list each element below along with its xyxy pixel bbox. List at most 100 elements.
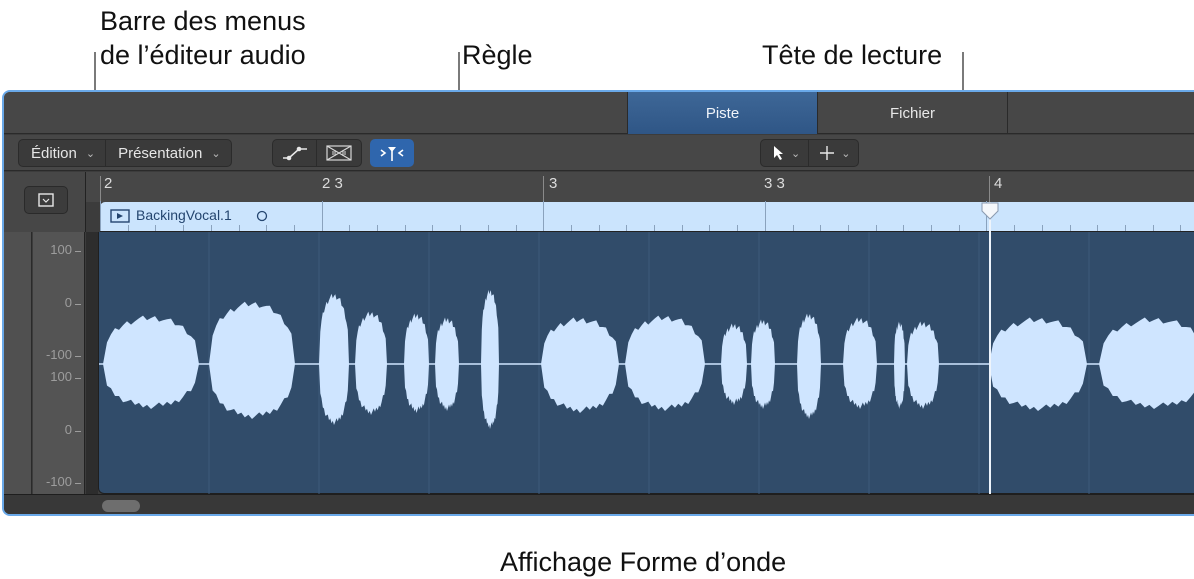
horizontal-scrollbar[interactable] <box>4 494 1194 514</box>
region-tick <box>820 225 822 231</box>
region-tick <box>515 225 517 231</box>
crosshair-tool-icon <box>820 146 835 160</box>
scale-label: -100 <box>45 474 72 489</box>
region-tick <box>266 225 268 231</box>
amplitude-scale: 100 0 -100 100 0 -100 <box>33 232 85 494</box>
audio-region-header[interactable]: BackingVocal.1 <box>100 201 1194 232</box>
waveform-segment <box>1099 317 1194 409</box>
region-tick <box>127 225 129 231</box>
ruler-mark: 3 <box>549 175 558 192</box>
waveform-segment <box>435 317 459 411</box>
tab-empty <box>1007 92 1194 134</box>
region-tick <box>460 225 462 231</box>
scale-dash <box>75 431 81 432</box>
region-tick <box>1041 225 1043 231</box>
view-menu-button[interactable]: Présentation ⌄ <box>106 140 230 166</box>
waveform-segment <box>404 313 429 413</box>
callout-menu-bar-line1: Barre des menus <box>100 6 306 36</box>
ruler-mark: 3 3 <box>764 175 785 192</box>
region-tick <box>654 225 655 231</box>
catch-playhead-button[interactable] <box>370 139 414 167</box>
waveform-segment <box>625 315 705 411</box>
waveform-segment <box>541 317 619 413</box>
tab-track[interactable]: Piste <box>627 92 817 134</box>
gutter <box>86 232 98 494</box>
mode-buttons <box>272 139 362 167</box>
play-region-icon <box>110 209 130 223</box>
region-tick <box>792 225 794 231</box>
right-tool-menu[interactable]: ⌄ <box>809 140 858 166</box>
catch-playhead-icon <box>380 147 404 161</box>
playhead-handle[interactable] <box>981 202 999 220</box>
region-tick <box>183 225 185 231</box>
callout-menu-bar-line2: de l’éditeur audio <box>100 40 306 70</box>
scale-dash <box>75 304 81 305</box>
region-tick <box>931 225 932 231</box>
waveform-display[interactable] <box>98 232 1194 494</box>
flex-waveform-icon <box>326 145 352 161</box>
waveform-segment <box>209 301 295 419</box>
region-tick <box>875 225 877 231</box>
loop-circle-icon <box>256 210 268 222</box>
left-strip <box>4 232 32 514</box>
callout-playhead: Tête de lecture <box>762 40 943 70</box>
scale-dash <box>75 356 81 357</box>
waveform-segment <box>989 317 1087 411</box>
region-tick <box>321 201 323 231</box>
region-tick <box>155 225 157 231</box>
region-tick <box>404 225 406 231</box>
ruler-tick <box>543 176 544 202</box>
ruler-mark: 2 <box>104 175 113 192</box>
scale-label: -100 <box>45 347 72 362</box>
region-tick <box>293 225 295 231</box>
region-tick <box>958 225 960 231</box>
waveform-segment <box>481 289 499 429</box>
region-tick <box>737 225 739 231</box>
edit-menu-button[interactable]: Édition ⌄ <box>19 140 107 166</box>
region-tick <box>377 225 378 231</box>
scale-label: 100 <box>50 369 72 384</box>
scale-label: 0 <box>64 295 72 310</box>
edit-menu-label: Édition <box>31 144 77 162</box>
menu-bar: Édition ⌄ Présentation ⌄ <box>18 139 232 167</box>
region-tick <box>1180 225 1182 231</box>
chevron-down-icon: ⌄ <box>791 147 801 160</box>
ruler-mark: 2 3 <box>322 175 343 192</box>
waveform-segment <box>319 293 349 425</box>
region-tick <box>1097 225 1099 231</box>
region-tick <box>570 225 572 231</box>
region-tick <box>210 225 212 231</box>
chevron-down-icon: ⌄ <box>211 147 221 160</box>
automation-button[interactable] <box>273 140 317 166</box>
tab-file[interactable]: Fichier <box>817 92 1007 134</box>
left-tool-menu[interactable]: ⌄ <box>761 140 810 166</box>
region-tick <box>543 201 545 231</box>
region-tick <box>598 225 600 231</box>
region-tick <box>847 225 849 231</box>
editor-toolbar: Édition ⌄ Présentation ⌄ ⌄ ⌄ <box>4 135 1194 171</box>
region-tick <box>100 201 101 231</box>
region-tick <box>764 201 766 231</box>
view-menu-label: Présentation <box>118 144 203 162</box>
region-tick <box>487 225 489 231</box>
playhead[interactable] <box>989 202 991 494</box>
scale-dash <box>75 378 81 379</box>
region-tick <box>626 225 628 231</box>
waveform-segment <box>103 315 199 409</box>
ruler-tick <box>100 176 101 202</box>
waveform-segment <box>797 313 821 419</box>
flex-button[interactable] <box>317 140 361 166</box>
chevron-down-icon: ⌄ <box>85 147 96 160</box>
scroll-thumb[interactable] <box>102 500 140 512</box>
automation-curve-icon <box>282 146 307 161</box>
chevron-down-icon: ⌄ <box>841 147 851 160</box>
waveform-segment <box>355 311 387 415</box>
waveform <box>99 232 1194 494</box>
editor-tab-bar: Piste Fichier <box>4 92 1194 134</box>
track-header-corner <box>4 172 86 232</box>
callout-ruler: Règle <box>462 40 533 70</box>
ruler[interactable] <box>4 172 1194 202</box>
local-menu-button[interactable] <box>24 186 68 214</box>
ruler-tick <box>989 176 990 202</box>
dropdown-box-icon <box>38 193 54 207</box>
